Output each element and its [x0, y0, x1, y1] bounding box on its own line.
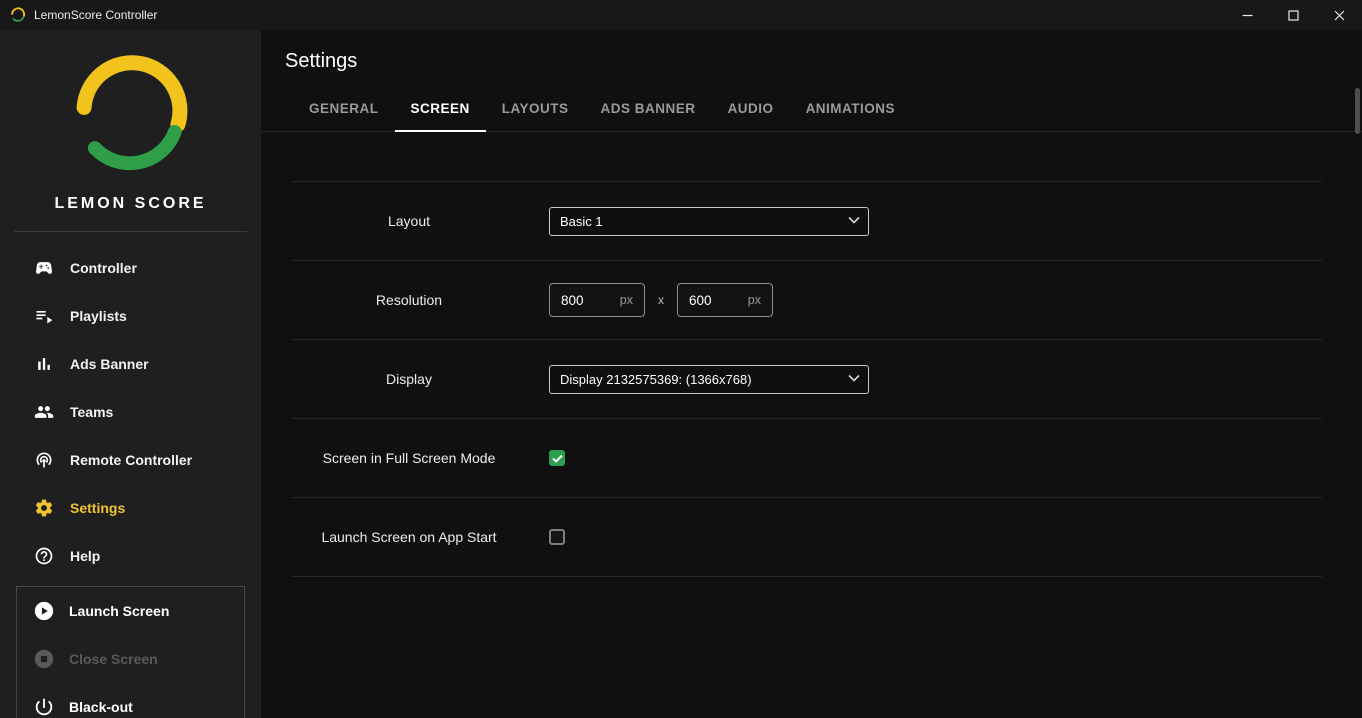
sidebar-item-label: Help	[70, 548, 100, 564]
resolution-label: Resolution	[292, 292, 526, 308]
display-select-control[interactable]: Display 2132575369: (1366x768)	[549, 365, 869, 394]
settings-tabs: GENERAL SCREEN LAYOUTS ADS BANNER AUDIO …	[261, 87, 1362, 132]
sidebar-item-label: Teams	[70, 404, 113, 420]
logo-block: LEMON SCORE	[0, 30, 261, 232]
sidebar-item-controller[interactable]: Controller	[0, 244, 261, 292]
help-icon	[34, 546, 54, 566]
resolution-height-input[interactable]	[689, 293, 748, 308]
layout-select-control[interactable]: Basic 1	[549, 207, 869, 236]
play-circle-icon	[33, 600, 55, 622]
main-content: Settings GENERAL SCREEN LAYOUTS ADS BANN…	[261, 30, 1362, 718]
display-row: Display Display 2132575369: (1366x768)	[292, 340, 1322, 419]
sidebar-item-teams[interactable]: Teams	[0, 388, 261, 436]
launch-on-start-row: Launch Screen on App Start	[292, 498, 1322, 577]
maximize-button[interactable]	[1270, 0, 1316, 30]
fullscreen-row: Screen in Full Screen Mode	[292, 419, 1322, 498]
power-icon	[33, 696, 55, 718]
tab-general[interactable]: GENERAL	[293, 87, 395, 132]
display-control: Display 2132575369: (1366x768)	[549, 365, 869, 394]
teams-icon	[34, 402, 54, 422]
titlebar: LemonScore Controller	[0, 0, 1362, 30]
black-out-button[interactable]: Black-out	[17, 683, 244, 718]
resolution-width-group: px	[549, 283, 645, 317]
gear-icon	[34, 498, 54, 518]
sidebar: LEMON SCORE Controller Playlists Ads Ban…	[0, 30, 261, 718]
resolution-height-group: px	[677, 283, 773, 317]
ads-banner-icon	[34, 354, 54, 374]
app-window: LEMON SCORE Controller Playlists Ads Ban…	[0, 30, 1362, 718]
layout-row: Layout Basic 1	[292, 182, 1322, 261]
sidebar-item-label: Settings	[70, 500, 125, 516]
fullscreen-checkbox[interactable]	[549, 450, 565, 466]
launch-screen-button[interactable]: Launch Screen	[17, 587, 244, 635]
maximize-icon	[1288, 10, 1299, 21]
fullscreen-control	[549, 450, 565, 466]
layout-select: Basic 1	[549, 207, 869, 236]
gamepad-icon	[34, 258, 54, 278]
sidebar-item-label: Playlists	[70, 308, 127, 324]
stop-circle-icon	[33, 648, 55, 670]
screen-controls-panel: Launch Screen Close Screen Black-out	[16, 586, 245, 718]
tab-animations[interactable]: ANIMATIONS	[790, 87, 912, 132]
tab-screen[interactable]: SCREEN	[395, 87, 486, 132]
sidebar-item-settings[interactable]: Settings	[0, 484, 261, 532]
close-button[interactable]	[1316, 0, 1362, 30]
fullscreen-label: Screen in Full Screen Mode	[292, 450, 526, 466]
resolution-height-unit: px	[748, 293, 761, 307]
screen-control-label: Black-out	[69, 699, 133, 715]
display-select: Display 2132575369: (1366x768)	[549, 365, 869, 394]
sidebar-item-ads-banner[interactable]: Ads Banner	[0, 340, 261, 388]
tab-ads-banner[interactable]: ADS BANNER	[585, 87, 712, 132]
check-icon	[552, 454, 563, 463]
minimize-button[interactable]	[1224, 0, 1270, 30]
app-logo-icon	[10, 7, 26, 23]
window-title: LemonScore Controller	[34, 8, 157, 22]
sidebar-item-remote-controller[interactable]: Remote Controller	[0, 436, 261, 484]
resolution-separator: x	[658, 293, 664, 307]
launch-on-start-checkbox[interactable]	[549, 529, 565, 545]
screen-control-label: Launch Screen	[69, 603, 169, 619]
lemonscore-logo-icon	[65, 52, 197, 180]
layout-control: Basic 1	[549, 207, 869, 236]
form-spacer-row	[292, 132, 1322, 182]
sidebar-item-label: Ads Banner	[70, 356, 149, 372]
sidebar-item-help[interactable]: Help	[0, 532, 261, 580]
sidebar-item-label: Controller	[70, 260, 137, 276]
close-screen-button[interactable]: Close Screen	[17, 635, 244, 683]
display-label: Display	[292, 371, 526, 387]
page-title: Settings	[261, 30, 1362, 73]
screen-control-label: Close Screen	[69, 651, 158, 667]
minimize-icon	[1242, 10, 1253, 21]
resolution-width-input[interactable]	[561, 293, 620, 308]
remote-icon	[34, 450, 54, 470]
tab-audio[interactable]: AUDIO	[712, 87, 790, 132]
playlist-icon	[34, 306, 54, 326]
launch-on-start-control	[549, 529, 565, 545]
sidebar-item-playlists[interactable]: Playlists	[0, 292, 261, 340]
resolution-control: px x px	[549, 283, 773, 317]
launch-on-start-label: Launch Screen on App Start	[292, 529, 526, 545]
resolution-row: Resolution px x px	[292, 261, 1322, 340]
sidebar-item-label: Remote Controller	[70, 452, 192, 468]
tab-layouts[interactable]: LAYOUTS	[486, 87, 585, 132]
screen-settings-form: Layout Basic 1 Resolution	[261, 132, 1362, 577]
resolution-width-unit: px	[620, 293, 633, 307]
logo-text: LEMON SCORE	[0, 195, 261, 213]
close-icon	[1334, 10, 1345, 21]
sidebar-menu: Controller Playlists Ads Banner Teams Re…	[0, 232, 261, 580]
window-controls	[1224, 0, 1362, 30]
layout-label: Layout	[292, 213, 526, 229]
vertical-scrollbar[interactable]	[1355, 88, 1360, 134]
